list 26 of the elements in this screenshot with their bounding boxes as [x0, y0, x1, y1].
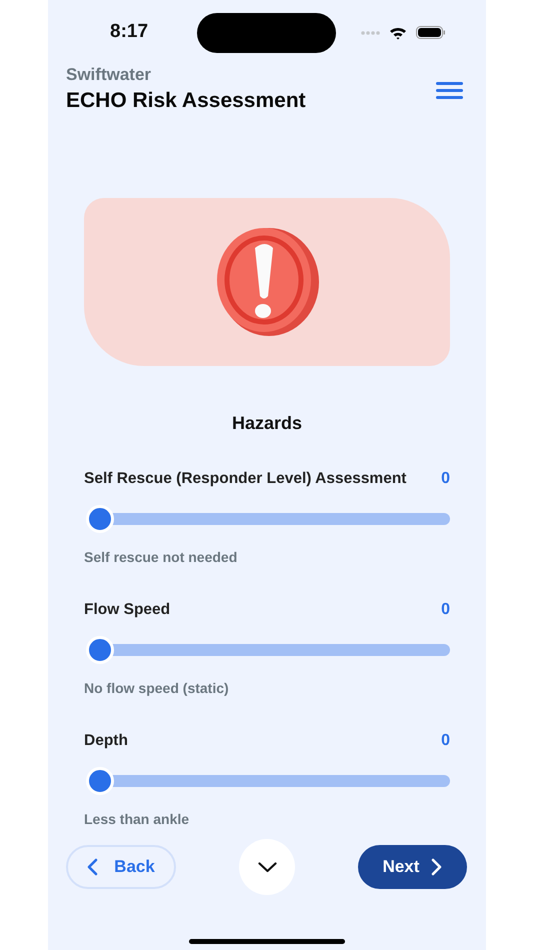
wifi-icon — [389, 25, 407, 40]
menu-icon — [436, 82, 463, 98]
chevron-left-icon — [87, 858, 98, 876]
answer-description: No flow speed (static) — [84, 679, 230, 697]
next-button[interactable]: Next — [358, 845, 467, 889]
chevron-right-icon — [431, 858, 442, 876]
menu-button[interactable] — [436, 82, 463, 98]
status-time: 8:17 — [110, 21, 148, 43]
page-title: ECHO Risk Assessment — [66, 88, 306, 114]
app-subtitle: Swiftwater — [66, 64, 152, 86]
slider-value: 0 — [441, 601, 450, 619]
back-button[interactable]: Back — [66, 845, 176, 889]
slider-thumb[interactable] — [86, 505, 114, 533]
slider-value: 0 — [441, 732, 450, 750]
question-label: Flow Speed — [84, 601, 170, 619]
answer-description: Self rescue not needed — [84, 548, 238, 566]
question-label: Depth — [84, 732, 128, 750]
slider-value: 0 — [441, 470, 450, 488]
question-label: Self Rescue (Responder Level) Assessment — [84, 470, 406, 488]
signal-icon — [361, 28, 380, 36]
battery-icon — [416, 26, 445, 39]
slider-thumb[interactable] — [86, 636, 114, 664]
section-heading: Hazards — [230, 412, 304, 435]
chevron-down-icon — [258, 862, 276, 872]
answer-description: Less than ankle — [84, 810, 190, 828]
slider-thumb[interactable] — [86, 767, 114, 795]
